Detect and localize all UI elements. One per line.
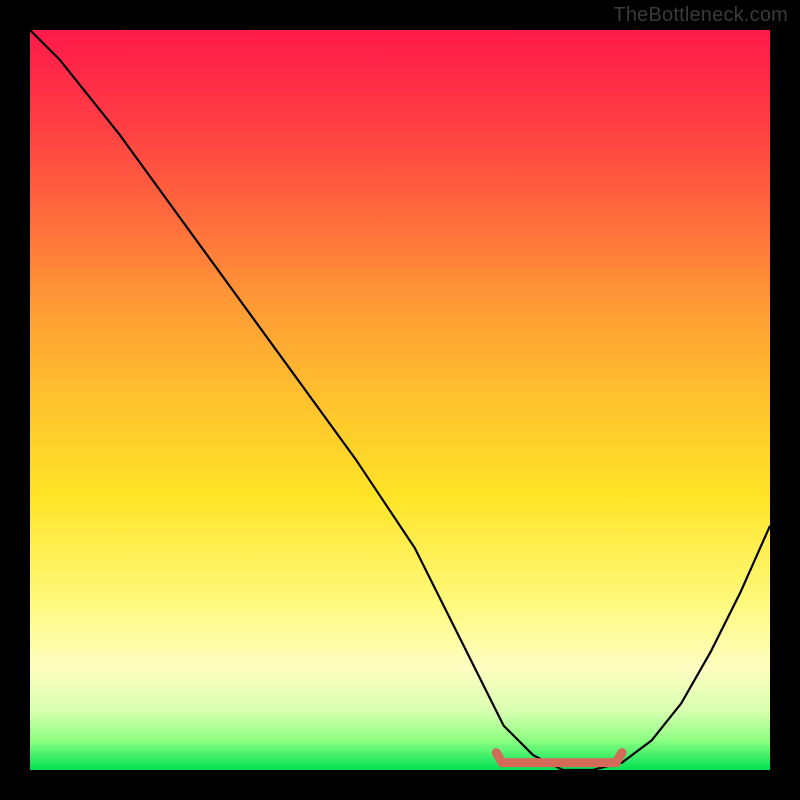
plot-area xyxy=(30,30,770,770)
bottleneck-curve xyxy=(30,30,770,770)
optimal-range-marker xyxy=(496,753,622,763)
watermark-text: TheBottleneck.com xyxy=(613,4,788,27)
chart-svg xyxy=(30,30,770,770)
chart-frame: TheBottleneck.com xyxy=(0,0,800,800)
